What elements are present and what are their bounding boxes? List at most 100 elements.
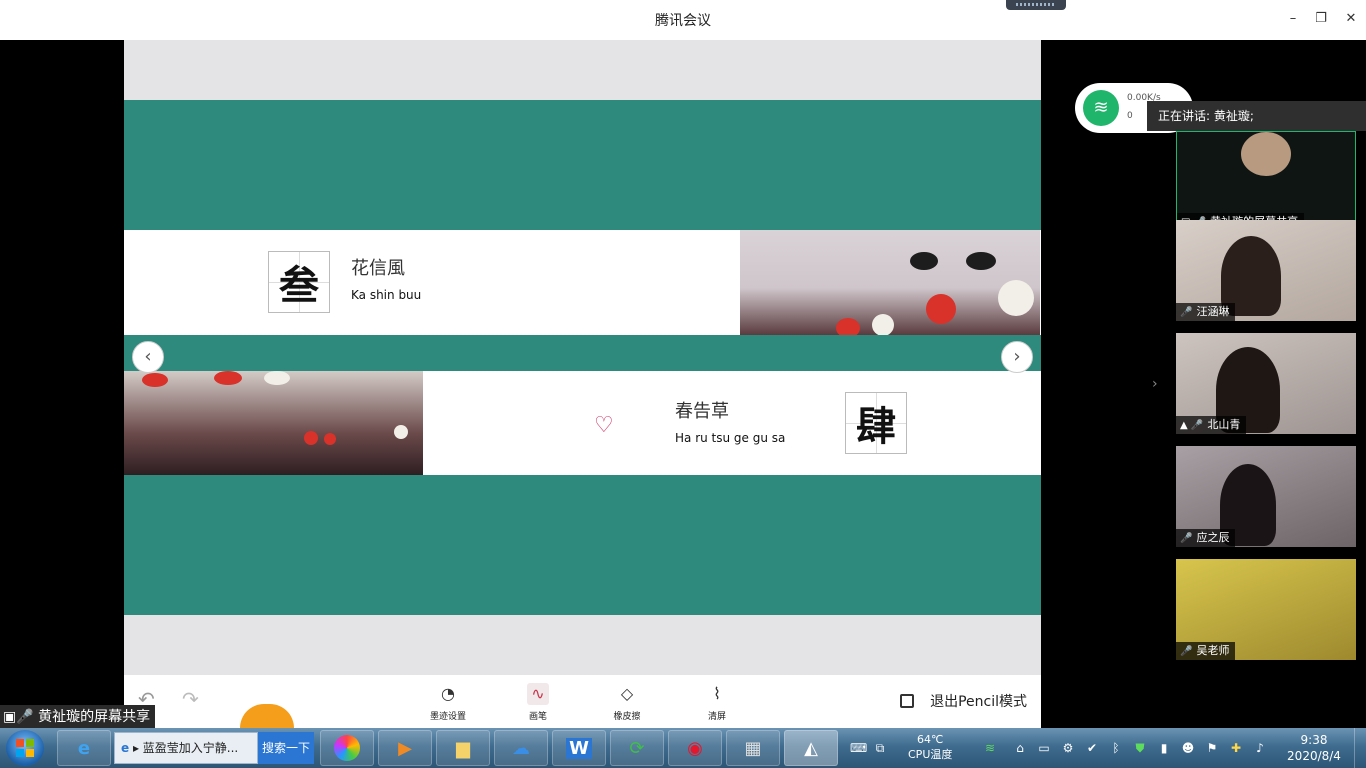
wifi-icon: ≋ bbox=[1083, 90, 1119, 126]
weibo-taskbar-button[interactable]: ◉ bbox=[668, 730, 722, 766]
palette-icon: ◔ bbox=[441, 684, 455, 703]
cpu-temperature[interactable]: 64℃ CPU温度 bbox=[908, 732, 952, 762]
slide-band-bottom bbox=[124, 475, 1041, 615]
tool-label: 清屏 bbox=[707, 712, 726, 722]
participant-tile[interactable]: 🎤 吴老师 bbox=[1176, 559, 1356, 660]
mic-muted-icon: 🎤 bbox=[1180, 307, 1193, 318]
shield-icon[interactable]: ⛊ bbox=[1132, 740, 1148, 756]
redo-icon[interactable]: ↷ bbox=[182, 687, 199, 711]
tray-expand-icon[interactable]: ⧉ bbox=[872, 740, 888, 756]
windows-logo-icon bbox=[16, 739, 34, 757]
tencent-meeting-taskbar-button[interactable]: ◭ bbox=[784, 730, 838, 766]
keyboard-icon[interactable]: ⌨ bbox=[850, 740, 867, 756]
lantern-street-photo-2 bbox=[124, 371, 423, 475]
participant-tile[interactable]: ▣ 🎤黄祉璇的屏幕共享 bbox=[1176, 131, 1356, 232]
broom-icon: ⌇ bbox=[713, 684, 721, 703]
next-slide-button[interactable]: › bbox=[1001, 341, 1033, 373]
lantern-white bbox=[264, 371, 290, 385]
ink-settings-button[interactable]: ◔ 墨迹设置 bbox=[418, 683, 478, 722]
antivirus-tray-icon[interactable]: ✔ bbox=[1084, 740, 1100, 756]
photo-app-taskbar-button[interactable]: ▦ bbox=[726, 730, 780, 766]
exit-pencil-mode-button[interactable]: 退出Pencil模式 bbox=[900, 691, 1027, 711]
network-tray-icon[interactable]: ⌂ bbox=[1012, 740, 1028, 756]
participant-tile[interactable]: 🎤 汪涵琳 bbox=[1176, 220, 1356, 321]
start-button[interactable] bbox=[6, 730, 44, 766]
signal-icon[interactable]: ▮ bbox=[1156, 740, 1172, 756]
ie-icon: e bbox=[121, 741, 130, 755]
windows-taskbar: e e ▸ 蓝盈莹加入宁静... 搜索一下 ▶ ▆ ☁ W ⟳ ◉ ▦ ◭ ⌨ … bbox=[0, 728, 1366, 768]
wifi-tray-icon[interactable]: ≋ bbox=[982, 740, 998, 756]
exit-icon bbox=[900, 694, 915, 708]
lantern-red bbox=[324, 433, 336, 445]
collapse-sidebar-chevron-icon[interactable]: › bbox=[1152, 376, 1158, 392]
pen-button[interactable]: ∿ 画笔 bbox=[508, 683, 568, 722]
tool-label: 画笔 bbox=[528, 712, 547, 722]
app-tray-icon[interactable]: ⚑ bbox=[1204, 740, 1220, 756]
speaking-indicator: 正在讲话: 黄祉璇; bbox=[1147, 101, 1366, 131]
slide-row-2: ♡ 春告草 Ha ru tsu ge gu sa 肆 bbox=[124, 371, 1041, 475]
usb-tray-icon[interactable]: ⚙ bbox=[1060, 740, 1076, 756]
file-explorer-taskbar-button[interactable]: ▆ bbox=[436, 730, 490, 766]
browser-taskbar-button[interactable] bbox=[320, 730, 374, 766]
lantern-white bbox=[394, 425, 408, 439]
prev-slide-button[interactable]: ‹ bbox=[132, 341, 164, 373]
slide-row-1: 叁 花信風 Ka shin buu bbox=[124, 230, 1041, 335]
ie-window-task[interactable]: e ▸ 蓝盈莹加入宁静... bbox=[114, 732, 258, 764]
street-lamp bbox=[910, 252, 938, 270]
slide-band-top bbox=[124, 100, 1041, 230]
eraser-button[interactable]: ◇ 橡皮擦 bbox=[597, 683, 657, 722]
close-button[interactable]: ✕ bbox=[1340, 8, 1362, 30]
play-icon: ▶ bbox=[398, 737, 412, 759]
colorwheel-icon bbox=[334, 735, 360, 761]
slide-band-middle bbox=[124, 335, 1041, 371]
participant-tile[interactable]: ▲ 🎤 北山青 bbox=[1176, 333, 1356, 434]
lantern-red bbox=[836, 318, 860, 335]
participant-caption: 🎤 汪涵琳 bbox=[1176, 303, 1236, 321]
participant-caption: 🎤 应之辰 bbox=[1176, 529, 1236, 547]
download-speed: 0 bbox=[1127, 111, 1133, 121]
folder-icon: ▆ bbox=[456, 737, 470, 759]
mic-muted-icon: 🎤 bbox=[1180, 646, 1193, 657]
maximize-button[interactable]: ❐ bbox=[1310, 8, 1332, 30]
meeting-icon: ◭ bbox=[804, 737, 818, 759]
mic-icon: 🎤 bbox=[1180, 533, 1193, 544]
participant-tile[interactable]: 🎤 应之辰 bbox=[1176, 446, 1356, 547]
show-desktop-button[interactable] bbox=[1354, 728, 1366, 768]
lantern-red bbox=[142, 373, 168, 387]
cloud-icon: ☁ bbox=[512, 737, 530, 759]
refresh-shield-icon: ⟳ bbox=[629, 737, 645, 759]
photo-icon: ▦ bbox=[744, 737, 762, 759]
lantern-red bbox=[214, 371, 242, 385]
lantern-white bbox=[998, 280, 1034, 316]
lantern-red bbox=[304, 431, 318, 445]
security-taskbar-button[interactable]: ⟳ bbox=[610, 730, 664, 766]
word-title-2: 春告草 bbox=[675, 401, 729, 422]
volume-icon[interactable]: ♪ bbox=[1252, 740, 1268, 756]
participant-caption: 🎤 吴老师 bbox=[1176, 642, 1236, 660]
video-player-taskbar-button[interactable]: ▶ bbox=[378, 730, 432, 766]
lantern-street-photo-1 bbox=[740, 230, 1040, 335]
add-tray-icon[interactable]: ✚ bbox=[1228, 740, 1244, 756]
search-button[interactable]: 搜索一下 bbox=[258, 732, 314, 764]
screen-share-label: ▣🎤 黄祉璇的屏幕共享 bbox=[0, 705, 156, 729]
title-bar: 腾讯会议 – ❐ ✕ bbox=[0, 0, 1366, 40]
ie-taskbar-button[interactable]: e bbox=[57, 730, 111, 766]
word-romaji-1: Ka shin buu bbox=[351, 288, 422, 302]
clear-screen-button[interactable]: ⌇ 清屏 bbox=[687, 683, 747, 722]
bluetooth-icon[interactable]: ᛒ bbox=[1108, 740, 1124, 756]
eraser-icon: ◇ bbox=[620, 684, 634, 703]
display-tray-icon[interactable]: ▭ bbox=[1036, 740, 1052, 756]
ie-icon: e bbox=[77, 737, 91, 759]
cloud-drive-taskbar-button[interactable]: ☁ bbox=[494, 730, 548, 766]
presentation-slide: 叁 花信風 Ka shin buu ♡ 春告草 Ha ru tsu ge gu … bbox=[124, 40, 1041, 715]
exit-pencil-label: 退出Pencil模式 bbox=[930, 694, 1027, 710]
window-title: 腾讯会议 bbox=[655, 13, 711, 29]
avatar bbox=[1241, 132, 1291, 176]
wps-taskbar-button[interactable]: W bbox=[552, 730, 606, 766]
system-clock[interactable]: 9:38 2020/8/4 bbox=[1284, 732, 1344, 764]
tool-label: 橡皮擦 bbox=[613, 712, 641, 722]
mic-icon: ▲ 🎤 bbox=[1180, 420, 1204, 431]
minimize-button[interactable]: – bbox=[1282, 8, 1304, 30]
shared-screen-stage: 叁 花信風 Ka shin buu ♡ 春告草 Ha ru tsu ge gu … bbox=[0, 40, 1366, 729]
qq-icon[interactable]: ☻ bbox=[1180, 740, 1196, 756]
